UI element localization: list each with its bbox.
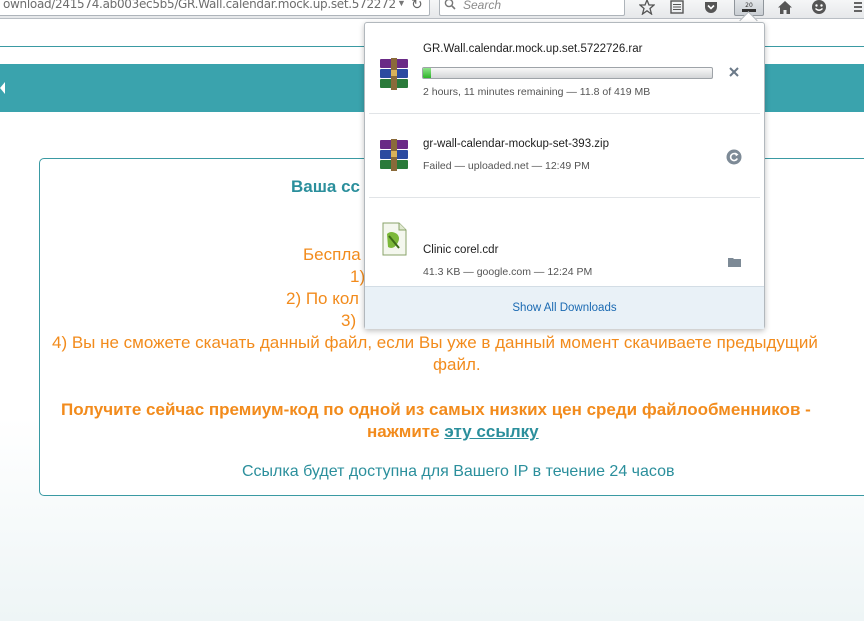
download-1-progress [422,67,713,79]
rule-2: 2) По кол [286,289,359,308]
download-item-1[interactable]: GR.Wall.calendar.mock.up.set.5722726.rar… [365,23,764,107]
url-dropdown-icon[interactable]: ▼ [397,0,406,8]
search-icon [444,0,456,10]
download-item-2[interactable]: gr-wall-calendar-mockup-set-393.zip Fail… [365,114,764,198]
browser-toolbar: ownload/241574.ab003ec5b5/GR.Wall.calend… [0,0,864,19]
banner-notch [0,82,5,94]
download-3-status: 41.3 KB — google.com — 12:24 PM [423,266,593,278]
downloads-count: 20 [745,2,753,9]
folder-icon[interactable] [725,252,743,270]
downloads-panel: GR.Wall.calendar.mock.up.set.5722726.rar… [364,22,765,329]
retry-icon[interactable] [725,148,743,166]
reload-icon[interactable]: ↻ [411,0,423,13]
download-1-progress-fill [423,68,432,78]
search-placeholder[interactable]: Search [463,0,501,12]
bookmark-star-icon[interactable] [636,0,658,16]
search-bar[interactable]: Search [439,0,625,16]
smiley-icon[interactable] [808,0,830,16]
bookmarks-menu-icon[interactable] [666,0,688,16]
rule-3: 3) [341,311,357,330]
rule-4: 4) Вы не сможете скачать данный файл, ес… [52,333,818,352]
download-2-status: Failed — uploaded.net — 12:49 PM [423,160,590,172]
download-3-name: Clinic corel.cdr [423,244,499,256]
premium-promo: Получите сейчас премиум-код по одной из … [61,400,811,419]
home-icon[interactable] [774,0,796,16]
download-2-name: gr-wall-calendar-mockup-set-393.zip [423,138,609,150]
premium-link[interactable]: эту ссылку [444,422,538,441]
rule-1: 1) [350,267,366,286]
page-heading: Ваша сс [291,177,360,196]
show-all-downloads-bar[interactable]: Show All Downloads [365,286,764,329]
download-item-3[interactable]: Clinic corel.cdr 41.3 KB — google.com — … [365,198,764,282]
rule-4-cont: файл. [433,355,481,374]
url-text[interactable]: ownload/241574.ab003ec5b5/GR.Wall.calend… [3,0,396,11]
pocket-icon[interactable] [700,0,722,16]
menu-overflow-icon[interactable] [846,0,864,16]
url-bar[interactable]: ownload/241574.ab003ec5b5/GR.Wall.calend… [0,0,430,16]
cancel-icon[interactable] [725,63,743,81]
show-all-downloads-link[interactable]: Show All Downloads [512,302,616,314]
winrar-archive-icon [380,58,408,90]
download-1-status: 2 hours, 11 minutes remaining — 11.8 of … [423,86,651,98]
premium-promo-cont: нажмите [367,422,440,441]
download-1-name: GR.Wall.calendar.mock.up.set.5722726.rar [423,43,643,55]
ip-notice: Ссылка будет доступна для Вашего IP в те… [242,463,675,480]
coreldraw-file-icon [382,222,407,256]
winrar-archive-icon [380,139,408,171]
free-download-line: Беспла [303,245,361,264]
